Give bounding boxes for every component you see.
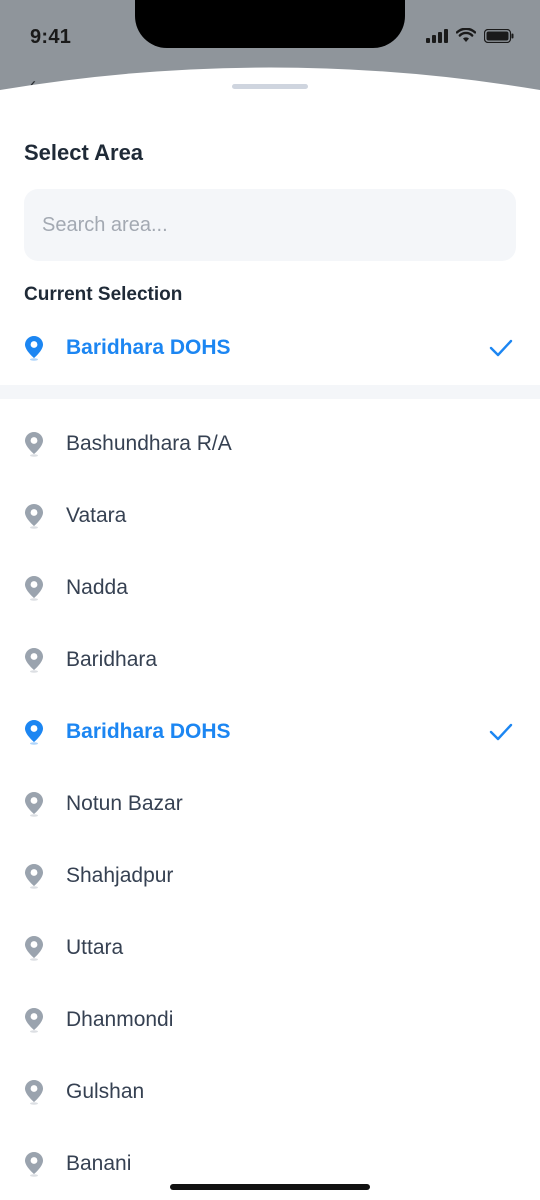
area-list-item[interactable]: Dhanmondi <box>0 984 540 1056</box>
area-name: Uttara <box>66 936 124 959</box>
area-name: Gulshan <box>66 1080 145 1103</box>
location-pin-icon <box>24 719 44 745</box>
location-pin-icon <box>24 935 44 961</box>
area-name: Notun Bazar <box>66 792 183 815</box>
area-name: Banani <box>66 1152 132 1175</box>
area-list-item[interactable]: Gulshan <box>0 1056 540 1128</box>
area-list-item[interactable]: Nadda <box>0 552 540 624</box>
checkmark-icon <box>488 722 514 742</box>
sheet-title: Select Area <box>24 140 144 165</box>
area-list-item[interactable]: Uttara <box>0 912 540 984</box>
current-selection-label: Current Selection <box>24 284 183 305</box>
area-list-item[interactable]: Bashundhara R/A <box>0 408 540 480</box>
current-selection-row[interactable]: Baridhara DOHS <box>0 312 540 384</box>
area-list-item[interactable]: Baridhara <box>0 624 540 696</box>
location-pin-icon <box>24 647 44 673</box>
search-input[interactable] <box>42 213 498 237</box>
checkmark-icon <box>488 338 514 358</box>
location-pin-icon <box>24 503 44 529</box>
location-pin-icon <box>24 791 44 817</box>
search-box[interactable] <box>24 189 516 261</box>
area-name: Dhanmondi <box>66 1008 174 1031</box>
area-name: Nadda <box>66 576 128 599</box>
area-list-item[interactable]: Vatara <box>0 480 540 552</box>
location-pin-icon <box>24 1151 44 1177</box>
location-pin-icon <box>24 431 44 457</box>
area-list-item[interactable]: Shahjadpur <box>0 840 540 912</box>
current-selection-value: Baridhara DOHS <box>66 336 231 359</box>
location-pin-icon <box>24 1007 44 1033</box>
area-name: Shahjadpur <box>66 864 174 887</box>
section-divider <box>0 385 540 399</box>
area-name: Baridhara <box>66 648 158 671</box>
phone-screen: 9:41 ‹ Select Area Search area... Curren… <box>0 0 540 1200</box>
area-name: Vatara <box>66 504 127 527</box>
location-pin-icon <box>24 575 44 601</box>
area-list: Bashundhara R/A Vatara Nadda Baridhara B… <box>0 408 540 1200</box>
area-list-item[interactable]: Notun Bazar <box>0 768 540 840</box>
location-pin-icon <box>24 863 44 889</box>
location-pin-icon <box>24 335 44 361</box>
sheet-grabber[interactable] <box>232 84 308 89</box>
location-pin-icon <box>24 1079 44 1105</box>
home-indicator <box>170 1184 370 1190</box>
area-name: Bashundhara R/A <box>66 432 232 455</box>
area-name: Baridhara DOHS <box>66 720 231 743</box>
area-list-item[interactable]: Baridhara DOHS <box>0 696 540 768</box>
